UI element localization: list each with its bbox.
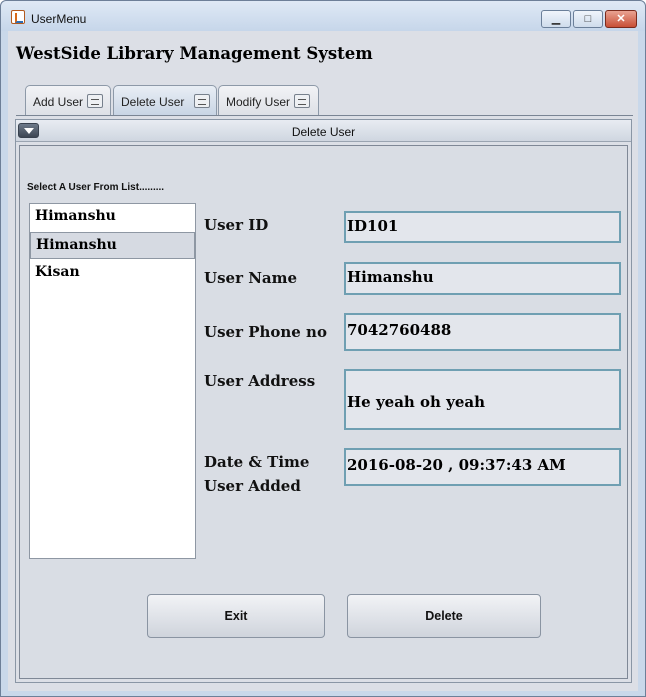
user-phone-label: User Phone no <box>204 323 327 341</box>
user-card-icon <box>87 94 103 108</box>
maximize-button[interactable]: □ <box>573 10 603 28</box>
tab-delete-user-label: Delete User <box>121 95 185 109</box>
date-added-label-line2: User Added <box>204 477 301 495</box>
date-added-label-line1: Date & Time <box>204 453 310 471</box>
app-heading: WestSide Library Management System <box>16 44 373 63</box>
list-item[interactable]: Kisan <box>30 260 195 287</box>
list-item[interactable]: Himanshu <box>30 204 195 231</box>
list-caption: Select A User From List......... <box>27 182 165 193</box>
user-name-field[interactable]: Himanshu <box>344 262 621 295</box>
user-id-field[interactable]: ID101 <box>344 211 621 243</box>
panel-header: Delete User <box>16 120 631 142</box>
panel-title: Delete User <box>291 125 356 139</box>
tab-delete-user[interactable]: Delete User <box>113 85 217 116</box>
tab-modify-user[interactable]: Modify User <box>218 85 319 115</box>
user-name-label: User Name <box>204 269 298 287</box>
minimize-button[interactable]: ▁ <box>541 10 571 28</box>
tab-divider <box>16 115 633 116</box>
tab-modify-user-label: Modify User <box>226 95 291 109</box>
user-phone-field[interactable]: 7042760488 <box>344 313 621 351</box>
title-bar[interactable]: UserMenu ▁ □ ✕ <box>1 1 645 31</box>
user-address-field[interactable]: He yeah oh yeah <box>344 369 621 430</box>
user-card-icon <box>194 94 210 108</box>
window-title: UserMenu <box>31 12 87 26</box>
client-area: WestSide Library Management System Add U… <box>8 31 638 691</box>
close-button[interactable]: ✕ <box>605 10 637 28</box>
exit-button[interactable]: Exit <box>147 594 325 638</box>
app-window: UserMenu ▁ □ ✕ WestSide Library Manageme… <box>0 0 646 697</box>
user-card-icon <box>294 94 310 108</box>
java-app-icon <box>11 10 25 24</box>
user-address-label: User Address <box>204 372 316 390</box>
list-item-selected[interactable]: Himanshu <box>30 232 195 259</box>
delete-button[interactable]: Delete <box>347 594 541 638</box>
user-id-label: User ID <box>204 216 269 234</box>
tab-add-user[interactable]: Add User <box>25 85 111 115</box>
date-added-field[interactable]: 2016-08-20 , 09:37:43 AM <box>344 448 621 486</box>
user-list[interactable]: Himanshu Himanshu Kisan <box>29 203 196 559</box>
tab-add-user-label: Add User <box>33 95 84 109</box>
